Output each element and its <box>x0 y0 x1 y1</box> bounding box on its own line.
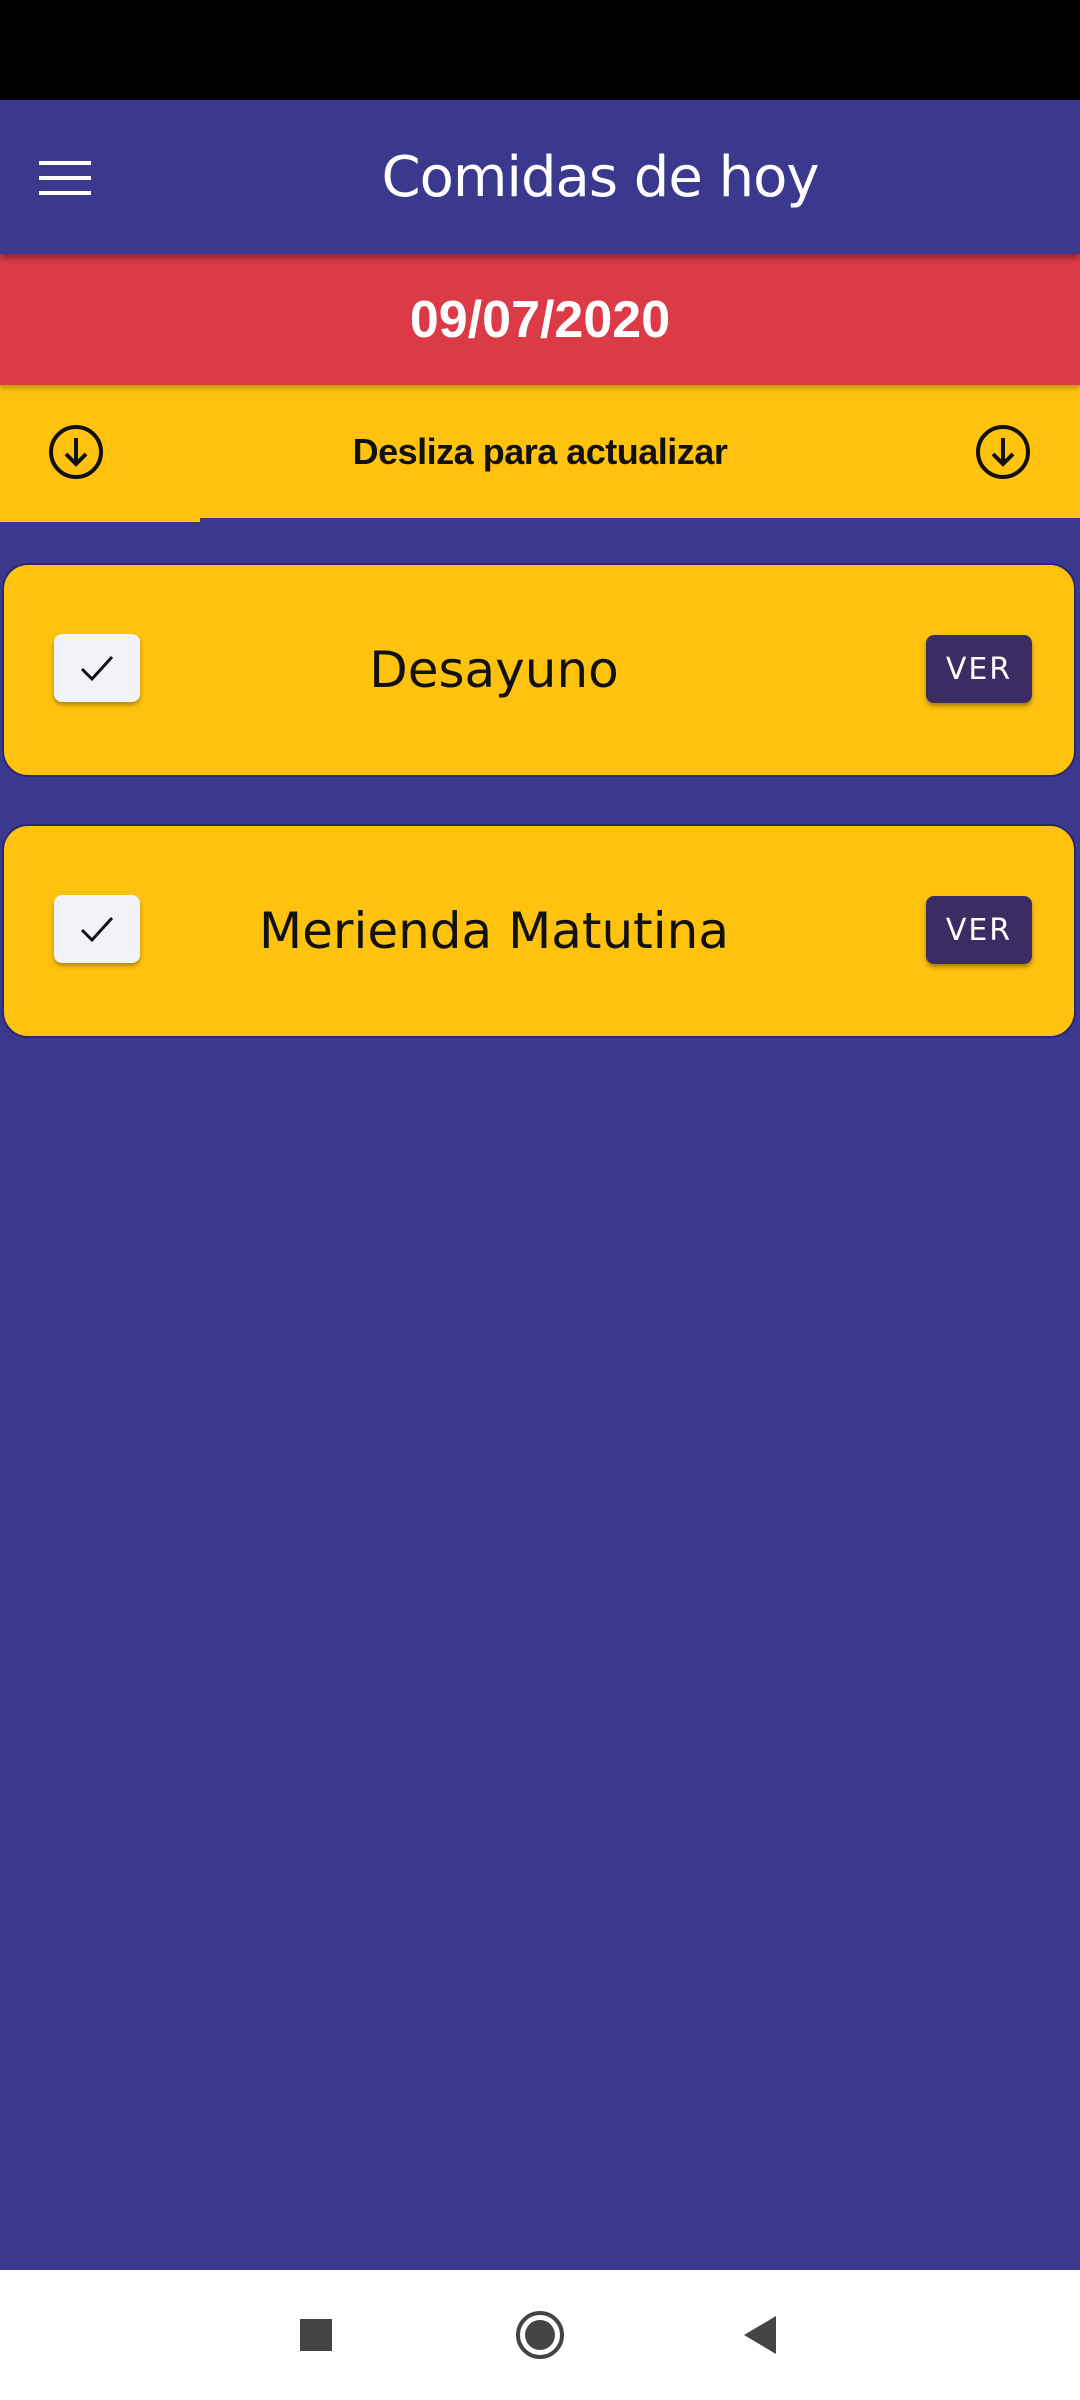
app-bar: Comidas de hoy <box>0 100 1080 254</box>
date-text: 09/07/2020 <box>409 290 671 349</box>
home-button[interactable] <box>505 2300 575 2370</box>
view-meal-button[interactable]: VER <box>926 896 1032 964</box>
meal-card: Merienda Matutina VER <box>2 824 1076 1038</box>
view-meal-button[interactable]: VER <box>926 635 1032 703</box>
checkmark-icon <box>80 916 114 943</box>
checkmark-icon <box>80 655 114 682</box>
home-icon <box>516 2311 564 2359</box>
meal-card: Desayuno VER <box>2 563 1076 777</box>
menu-button[interactable] <box>24 140 106 216</box>
arrow-down-circle-icon <box>976 425 1030 479</box>
pull-to-refresh-banner[interactable]: Desliza para actualizar <box>0 385 1080 518</box>
recent-apps-icon <box>300 2319 332 2351</box>
meal-checkbox[interactable] <box>54 895 140 963</box>
arrow-down-circle-icon <box>49 425 103 479</box>
recent-apps-button[interactable] <box>281 2300 351 2370</box>
meal-name: Desayuno <box>369 641 619 699</box>
meal-checkbox[interactable] <box>54 634 140 702</box>
back-icon <box>744 2316 776 2354</box>
refresh-hint-text: Desliza para actualizar <box>352 430 728 472</box>
hamburger-menu-icon <box>39 161 91 195</box>
meal-name: Merienda Matutina <box>259 902 729 960</box>
system-navigation-bar <box>0 2270 1080 2400</box>
page-title: Comidas de hoy <box>381 144 819 210</box>
refresh-progress-indicator <box>0 518 200 522</box>
date-banner: 09/07/2020 <box>0 254 1080 385</box>
back-button[interactable] <box>725 2300 795 2370</box>
status-bar <box>0 0 1080 100</box>
